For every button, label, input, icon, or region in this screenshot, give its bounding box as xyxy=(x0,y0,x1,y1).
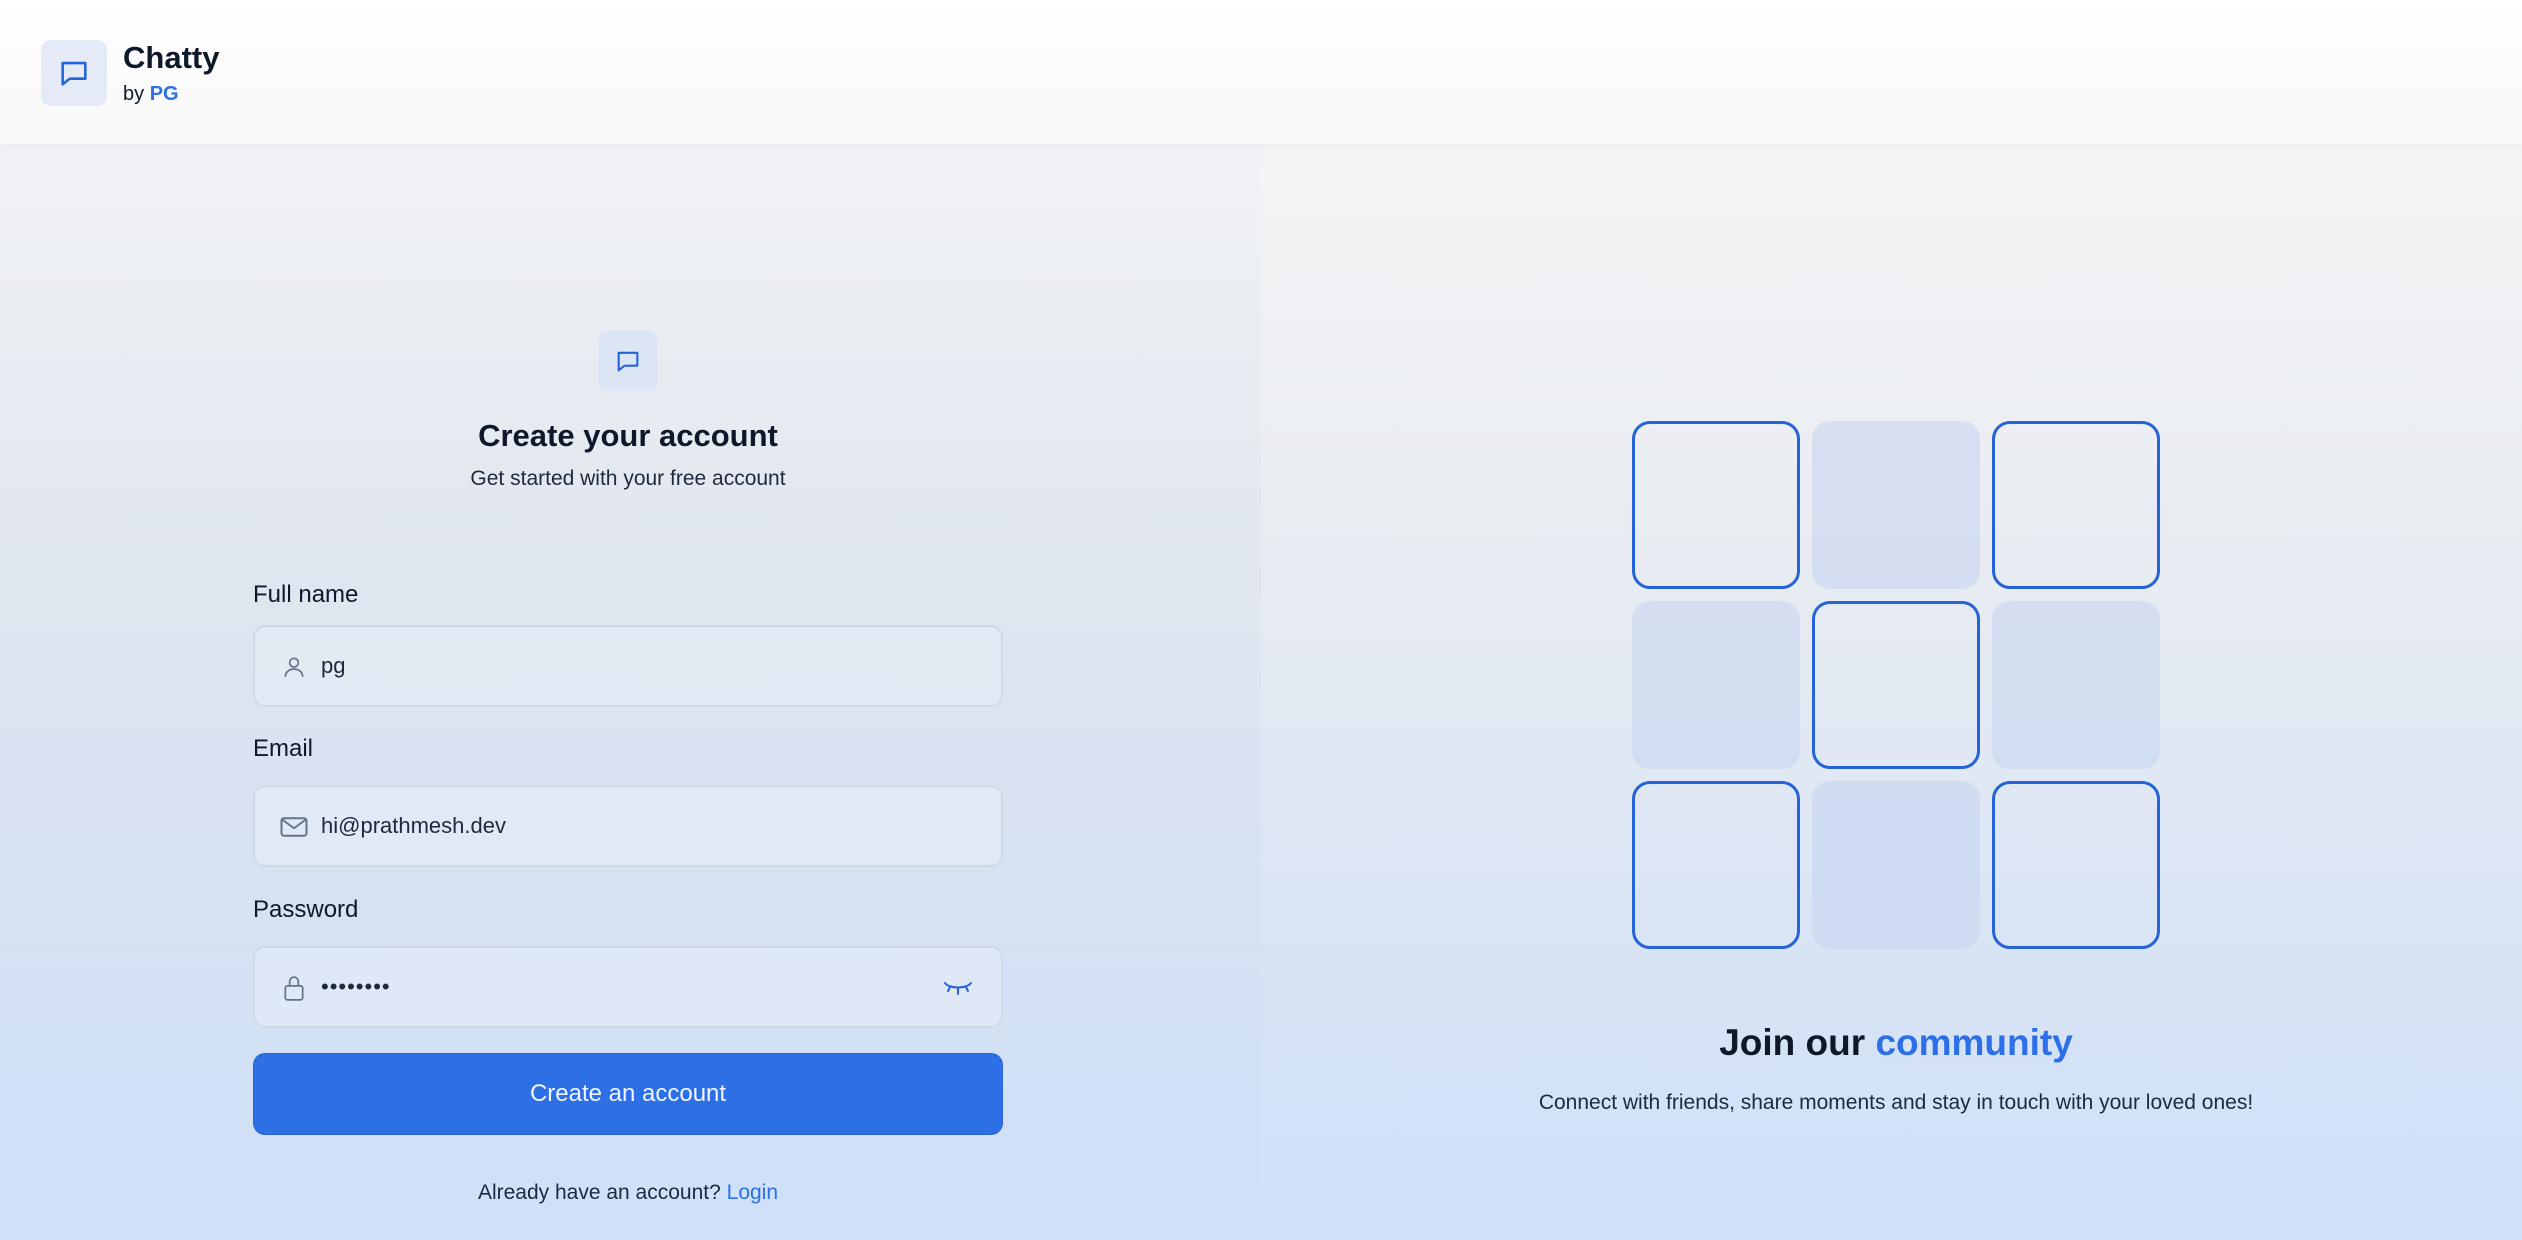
full-name-field[interactable] xyxy=(253,625,1003,707)
brand-owner: PG xyxy=(149,83,179,105)
grid-tile xyxy=(1632,421,1800,589)
email-field[interactable] xyxy=(253,785,1003,867)
full-name-input[interactable] xyxy=(321,627,941,705)
form-logo xyxy=(598,331,658,391)
brand-byline: by PG xyxy=(123,83,179,106)
community-title-prefix: Join our xyxy=(1719,1022,1866,1063)
community-title-accent: community xyxy=(1875,1022,2073,1063)
password-input[interactable] xyxy=(321,948,941,1026)
form-subtitle: Get started with your free account xyxy=(470,467,786,490)
app-header: Chatty by PG xyxy=(0,0,2522,144)
email-input[interactable] xyxy=(321,787,941,865)
create-account-button[interactable]: Create an account xyxy=(253,1053,1003,1135)
lock-icon xyxy=(279,973,309,1003)
community-tile-grid xyxy=(1632,421,2160,949)
community-title: Join our community xyxy=(1461,1022,2331,1064)
mail-icon xyxy=(279,812,309,842)
grid-tile xyxy=(1812,601,1980,769)
login-prompt-text: Already have an account? xyxy=(477,1181,721,1204)
user-icon xyxy=(279,652,309,682)
grid-tile xyxy=(1632,781,1800,949)
chat-bubble-icon xyxy=(617,351,639,372)
form-title: Create your account xyxy=(478,418,778,453)
brand-logo[interactable] xyxy=(41,40,107,106)
grid-tile xyxy=(1812,421,1980,589)
login-prompt: Already have an account? Login xyxy=(328,1181,928,1205)
grid-tile xyxy=(1992,421,2160,589)
grid-tile xyxy=(1632,601,1800,769)
brand-by-prefix: by xyxy=(123,83,145,105)
grid-tile xyxy=(1992,601,2160,769)
eye-closed-icon[interactable] xyxy=(941,973,975,1003)
chat-bubble-icon xyxy=(61,61,87,86)
email-label: Email xyxy=(253,735,314,762)
community-description: Connect with friends, share moments and … xyxy=(1538,1091,2254,1114)
password-label: Password xyxy=(253,896,359,923)
signup-panel: Create your account Get started with you… xyxy=(0,0,1261,1240)
grid-tile xyxy=(1992,781,2160,949)
full-name-label: Full name xyxy=(253,581,359,608)
grid-tile xyxy=(1812,781,1980,949)
login-link[interactable]: Login xyxy=(727,1181,778,1204)
password-field[interactable] xyxy=(253,946,1003,1028)
brand-name: Chatty xyxy=(123,40,220,75)
